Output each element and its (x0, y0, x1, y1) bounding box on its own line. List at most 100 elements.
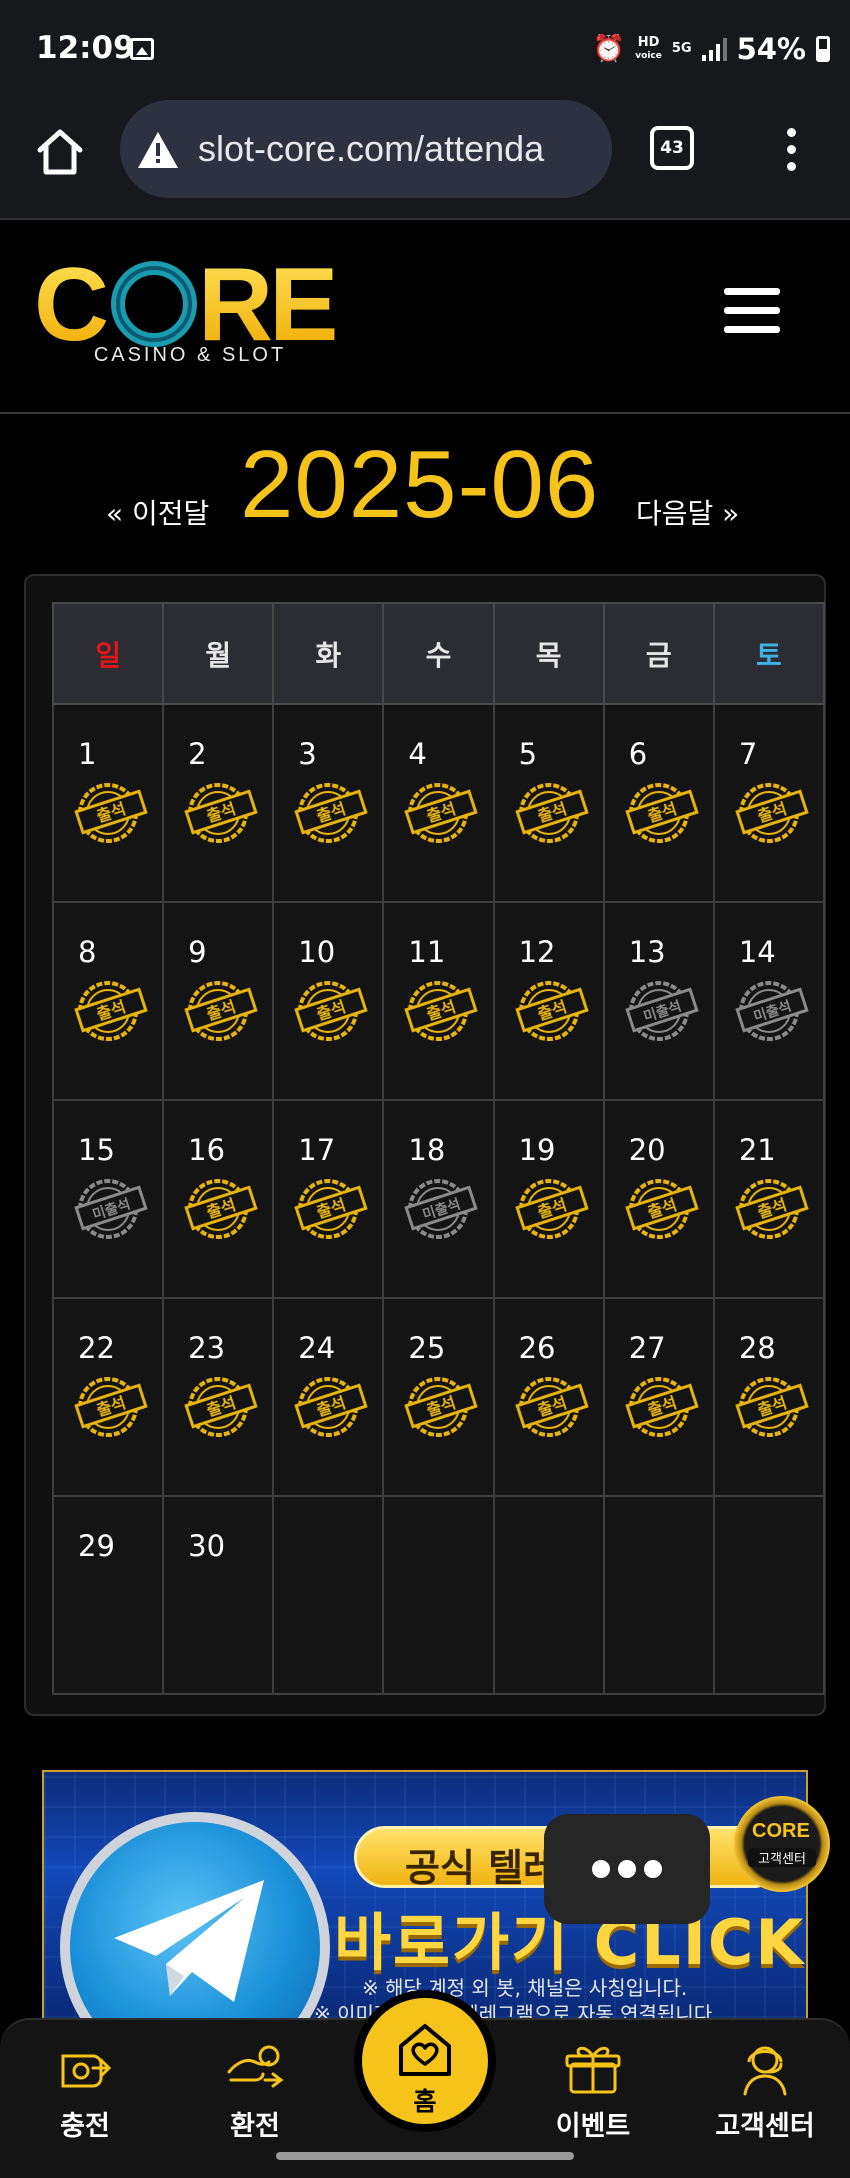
chat-more-button[interactable] (544, 1814, 710, 1924)
attended-stamp-icon: 출석 (625, 783, 699, 843)
calendar-day-cell[interactable]: 16 출석 (162, 1099, 275, 1299)
nav-support-label: 고객센터 (715, 2111, 815, 2142)
attended-stamp-icon: 출석 (735, 783, 809, 843)
calendar-day-cell[interactable]: 2 출석 (162, 703, 275, 903)
next-month-link[interactable]: 다음달 » (636, 492, 739, 532)
day-number: 5 (518, 737, 538, 771)
calendar-day-cell[interactable]: 22 출석 (51, 1297, 165, 1497)
calendar-day-cell[interactable]: 10 출석 (272, 901, 385, 1101)
calendar-day-cell (712, 1495, 826, 1695)
calendar-day-cell[interactable]: 20 출석 (602, 1099, 715, 1299)
calendar-day-cell[interactable]: 3 출석 (272, 703, 385, 903)
calendar-day-cell[interactable]: 23 출석 (162, 1297, 275, 1497)
attended-stamp-icon: 출석 (74, 783, 148, 843)
day-number: 7 (738, 737, 758, 771)
withdraw-icon (227, 2045, 284, 2088)
calendar-day-cell[interactable]: 15 미출석 (51, 1099, 165, 1299)
day-number: 14 (738, 935, 776, 969)
home-icon[interactable] (34, 126, 86, 178)
day-number: 11 (408, 935, 446, 969)
day-number: 10 (298, 935, 336, 969)
day-number: 26 (518, 1331, 556, 1365)
attended-stamp-icon: 출석 (294, 1377, 368, 1437)
attended-stamp-icon: 출석 (294, 1179, 368, 1239)
day-number: 6 (628, 737, 648, 771)
status-time: 12:09 (36, 30, 135, 66)
calendar-day-cell[interactable]: 7 출석 (712, 703, 826, 903)
calendar-day-cell[interactable]: 26 출석 (492, 1297, 605, 1497)
attended-stamp-icon: 출석 (294, 981, 368, 1041)
day-number: 24 (298, 1331, 336, 1365)
attended-stamp-icon: 출석 (404, 981, 479, 1041)
attended-stamp-icon: 출석 (74, 1377, 148, 1437)
logo-subtitle: CASINO & SLOT (93, 344, 287, 366)
day-number: 3 (298, 737, 317, 771)
cs-badge-logo: CORE (752, 1820, 810, 1842)
month-navigation: « 이전달 2025-06 다음달 » (0, 414, 850, 574)
weekday-header: 월 (162, 602, 275, 705)
nav-support[interactable]: 고객센터 (700, 2036, 830, 2143)
calendar-day-cell[interactable]: 27 출석 (602, 1297, 715, 1497)
address-bar[interactable]: slot-core.com/attenda (120, 100, 612, 198)
prev-month-link[interactable]: « 이전달 (106, 492, 209, 532)
calendar-day-cell[interactable]: 5 출석 (492, 703, 605, 903)
calendar-day-cell[interactable]: 12 출석 (492, 901, 605, 1101)
attended-stamp-icon: 출석 (735, 1377, 809, 1437)
calendar-day-cell[interactable]: 8 출석 (51, 901, 165, 1101)
calendar-day-cell[interactable]: 14 미출석 (712, 901, 826, 1101)
calendar-day-cell[interactable]: 1 출석 (51, 703, 165, 903)
nav-withdraw[interactable]: 환전 (190, 2036, 320, 2143)
calendar-day-cell[interactable]: 21 출석 (712, 1099, 826, 1299)
calendar-day-cell[interactable]: 30 (162, 1495, 275, 1695)
calendar-day-cell[interactable]: 28 출석 (712, 1297, 826, 1497)
calendar-day-cell[interactable]: 17 출석 (272, 1099, 385, 1299)
calendar-day-cell[interactable]: 25 출석 (382, 1297, 495, 1497)
battery-icon (816, 36, 830, 62)
day-number: 22 (78, 1331, 115, 1365)
more-menu-icon[interactable] (776, 124, 806, 174)
attended-stamp-icon: 출석 (184, 981, 258, 1041)
calendar-day-cell (492, 1495, 605, 1695)
calendar-day-cell[interactable]: 4 출석 (382, 703, 495, 903)
warning-icon[interactable] (136, 130, 180, 170)
calendar-day-cell[interactable]: 9 출석 (162, 901, 275, 1101)
calendar-day-cell[interactable]: 29 (51, 1495, 165, 1695)
attended-stamp-icon: 출석 (404, 1377, 479, 1437)
calendar-week-row: 1 출석 2 출석 3 출석 4 출석 5 출석 6 출석 7 출석 (51, 703, 826, 903)
attended-stamp-icon: 출석 (184, 783, 258, 843)
customer-service-badge[interactable]: CORE 고객센터 (734, 1796, 830, 1892)
attended-stamp-icon: 출석 (74, 981, 148, 1041)
weekday-header: 목 (492, 602, 605, 705)
nav-home[interactable]: 홈 (354, 1990, 496, 2132)
calendar-day-cell (272, 1495, 385, 1695)
missed-stamp-icon: 미출석 (625, 981, 699, 1041)
status-bar: 12:09 ⏰ HD voice 5G 54% (0, 0, 850, 100)
url-text[interactable]: slot-core.com/attenda (198, 128, 544, 170)
calendar-day-cell[interactable]: 6 출석 (602, 703, 715, 903)
calendar-day-cell[interactable]: 11 출석 (382, 901, 495, 1101)
calendar-day-cell[interactable]: 24 출석 (272, 1297, 385, 1497)
day-number: 29 (78, 1529, 115, 1563)
tab-switcher-button[interactable]: 43 (650, 126, 694, 170)
headset-agent-icon (743, 2046, 787, 2096)
calendar-day-cell[interactable]: 19 출석 (492, 1099, 605, 1299)
calendar-day-cell[interactable]: 13 미출석 (602, 901, 715, 1101)
attended-stamp-icon: 출석 (514, 1179, 589, 1239)
telegram-plane-icon (114, 1880, 264, 2002)
nav-deposit[interactable]: 충전 (20, 2036, 150, 2143)
attendance-calendar: 일월화수목금토 1 출석 2 출석 3 출석 4 출석 5 출석 6 출석 7 출석 8 출석 9 출석 10 출석 1… (24, 574, 826, 1716)
day-number: 8 (78, 935, 97, 969)
calendar-day-cell (602, 1495, 715, 1695)
weekday-header: 금 (602, 602, 715, 705)
nav-event[interactable]: 이벤트 (528, 2036, 658, 2143)
day-number: 4 (408, 737, 427, 771)
day-number: 16 (188, 1133, 226, 1167)
nav-event-label: 이벤트 (555, 2111, 631, 2142)
calendar-day-cell (382, 1495, 495, 1695)
hamburger-menu-icon[interactable] (724, 288, 780, 334)
gesture-nav-bar[interactable] (276, 2152, 574, 2160)
attended-stamp-icon: 출석 (404, 783, 479, 843)
weekday-header: 토 (712, 602, 826, 705)
calendar-week-row: 29 30 (51, 1495, 826, 1695)
calendar-day-cell[interactable]: 18 미출석 (382, 1099, 495, 1299)
